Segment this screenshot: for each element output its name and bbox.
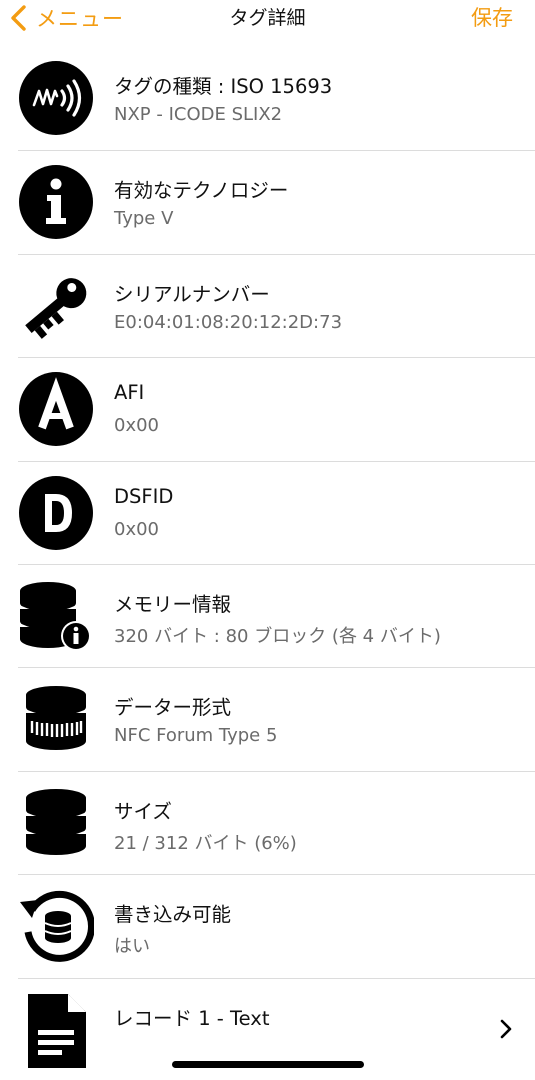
row-value: Type V bbox=[114, 208, 174, 230]
list-item-dsfid: DSFID 0x00 bbox=[18, 460, 535, 564]
info-icon bbox=[18, 164, 94, 240]
row-value: NFC Forum Type 5 bbox=[114, 725, 278, 747]
row-title: レコード 1 - Text bbox=[114, 1006, 270, 1030]
row-title: タグの種類 : ISO 15693 bbox=[114, 75, 333, 98]
tag-detail-list: タグの種類 : ISO 15693 NXP - ICODE SLIX2 有効なテ… bbox=[0, 47, 535, 1080]
row-title: メモリー情報 bbox=[114, 592, 232, 616]
row-value: 320 バイト : 80 ブロック (各 4 バイト) bbox=[114, 625, 441, 647]
chevron-right-icon bbox=[500, 1019, 512, 1038]
row-title: AFI bbox=[114, 381, 145, 405]
navigation-bar: メニュー タグ詳細 保存 bbox=[0, 0, 535, 46]
list-item-size: サイズ 21 / 312 バイト (6%) bbox=[18, 770, 535, 874]
list-item-writable: 書き込み可能 はい bbox=[18, 874, 535, 977]
row-value: 0x00 bbox=[114, 518, 160, 540]
row-title: シリアルナンバー bbox=[114, 282, 270, 306]
database-icon bbox=[18, 785, 94, 861]
list-item-memory-info: メモリー情報 320 バイト : 80 ブロック (各 4 バイト) bbox=[18, 563, 535, 667]
key-icon bbox=[18, 268, 94, 344]
row-value: E0:04:01:08:20:12:2D:73 bbox=[114, 311, 343, 333]
list-item-data-format: データー形式 NFC Forum Type 5 bbox=[18, 667, 535, 770]
list-item-serial-number: シリアルナンバー E0:04:01:08:20:12:2D:73 bbox=[18, 253, 535, 357]
row-title: サイズ bbox=[114, 799, 172, 823]
row-value: はい bbox=[114, 936, 150, 958]
nfc-wave-icon bbox=[18, 60, 94, 136]
row-title: DSFID bbox=[114, 484, 174, 508]
row-value: 0x00 bbox=[114, 415, 160, 437]
back-button[interactable]: メニュー bbox=[8, 0, 124, 36]
chevron-left-icon bbox=[11, 5, 26, 31]
home-indicator[interactable] bbox=[172, 1061, 364, 1068]
database-info-icon bbox=[18, 578, 94, 654]
letter-d-icon bbox=[18, 475, 94, 551]
letter-a-icon bbox=[18, 371, 94, 447]
database-format-icon bbox=[18, 681, 94, 757]
back-button-label: メニュー bbox=[36, 7, 124, 31]
list-item-technology: 有効なテクノロジー Type V bbox=[18, 150, 535, 253]
document-icon bbox=[18, 992, 94, 1068]
row-value: 21 / 312 バイト (6%) bbox=[114, 832, 297, 854]
database-refresh-icon bbox=[18, 888, 94, 964]
row-title: データー形式 bbox=[114, 696, 232, 720]
save-button[interactable]: 保存 bbox=[471, 0, 513, 36]
row-value: NXP - ICODE SLIX2 bbox=[114, 104, 283, 125]
list-item-tag-type: タグの種類 : ISO 15693 NXP - ICODE SLIX2 bbox=[18, 47, 535, 150]
list-item-afi: AFI 0x00 bbox=[18, 357, 535, 460]
row-title: 有効なテクノロジー bbox=[114, 179, 289, 203]
row-title: 書き込み可能 bbox=[114, 903, 232, 927]
